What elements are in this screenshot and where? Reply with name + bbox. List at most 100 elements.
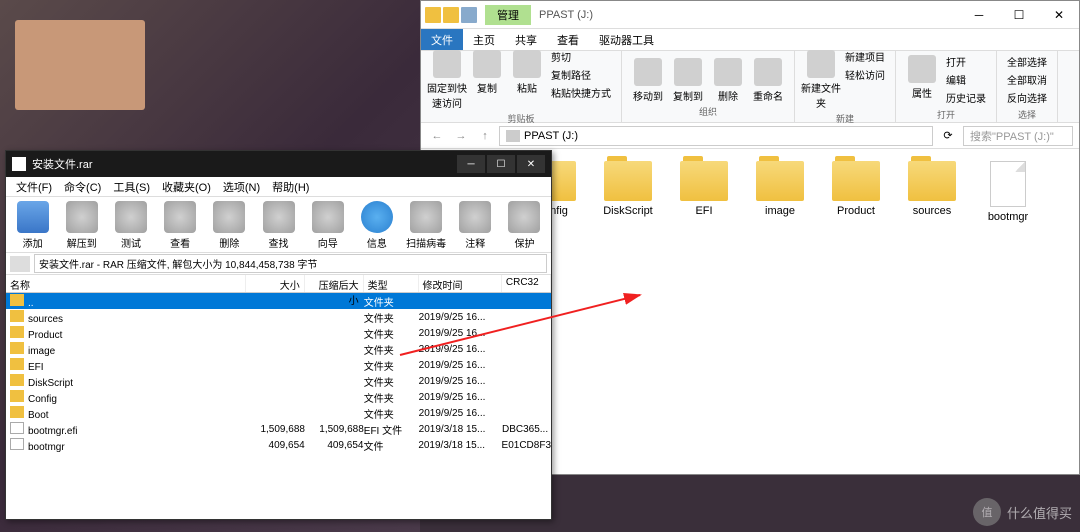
rar-row[interactable]: image文件夹2019/9/25 16... — [6, 341, 551, 357]
refresh-button[interactable]: ⟳ — [937, 129, 959, 142]
maximize-button[interactable]: ☐ — [999, 1, 1039, 29]
rar-row[interactable]: bootmgr409,654409,654文件2019/3/18 15...E0… — [6, 437, 551, 453]
copyto-button[interactable]: 复制到 — [668, 56, 708, 103]
rar-comment-button[interactable]: 注释 — [451, 199, 500, 250]
file-item-sources[interactable]: sources — [897, 161, 967, 223]
rar-address-input[interactable]: 安装文件.rar - RAR 压缩文件, 解包大小为 10,844,458,73… — [34, 254, 547, 273]
rar-column-header[interactable]: 名称 大小 压缩后大小 类型 修改时间 CRC32 — [6, 275, 551, 293]
new-item-button[interactable]: 新建项目 — [841, 48, 889, 65]
back-button[interactable]: ← — [427, 126, 447, 146]
manage-tab[interactable]: 管理 — [485, 5, 531, 25]
menu-favorites[interactable]: 收藏夹(O) — [156, 177, 217, 196]
edit-button[interactable]: 编辑 — [942, 71, 990, 88]
folder-icon — [604, 161, 652, 201]
cut-button[interactable]: 剪切 — [547, 48, 615, 65]
address-input[interactable]: PPAST (J:) — [499, 126, 933, 146]
file-label: EFI — [669, 205, 739, 217]
file-item-Product[interactable]: Product — [821, 161, 891, 223]
rar-row[interactable]: sources文件夹2019/9/25 16... — [6, 309, 551, 325]
tab-view[interactable]: 查看 — [547, 29, 589, 50]
rar-title-text: 安装文件.rar — [32, 156, 457, 172]
file-label: Product — [821, 205, 891, 217]
col-crc[interactable]: CRC32 — [502, 275, 551, 292]
rar-scan-button[interactable]: 扫描病毒 — [402, 199, 451, 250]
search-input[interactable]: 搜索"PPAST (J:)" — [963, 126, 1073, 146]
paste-shortcut-button[interactable]: 粘贴快捷方式 — [547, 84, 615, 101]
moveto-button[interactable]: 移动到 — [628, 56, 668, 103]
file-icon — [990, 161, 1026, 207]
col-size[interactable]: 大小 — [246, 275, 305, 292]
rar-add-button[interactable]: 添加 — [8, 199, 57, 250]
winrar-titlebar[interactable]: 安装文件.rar ─ ☐ ✕ — [6, 151, 551, 177]
rar-wizard-button[interactable]: 向导 — [303, 199, 352, 250]
easy-access-button[interactable]: 轻松访问 — [841, 66, 889, 83]
file-item-bootmgr[interactable]: bootmgr — [973, 161, 1043, 223]
col-type[interactable]: 类型 — [364, 275, 419, 292]
tab-drive-tools[interactable]: 驱动器工具 — [589, 29, 664, 50]
invert-selection-button[interactable]: 反向选择 — [1003, 89, 1051, 106]
rar-row[interactable]: ..文件夹 — [6, 293, 551, 309]
menu-help[interactable]: 帮助(H) — [266, 177, 315, 196]
rar-minimize-button[interactable]: ─ — [457, 155, 485, 173]
copy-button[interactable]: 复制 — [467, 48, 507, 110]
drive-icon — [506, 130, 520, 142]
rar-extract-button[interactable]: 解压到 — [57, 199, 106, 250]
rar-info-button[interactable]: 信息 — [352, 199, 401, 250]
folder-icon — [756, 161, 804, 201]
ribbon: 固定到快速访问 复制 粘贴 剪切 复制路径 粘贴快捷方式 剪贴板 移动到 复制到… — [421, 51, 1079, 123]
col-date[interactable]: 修改时间 — [419, 275, 502, 292]
menu-commands[interactable]: 命令(C) — [58, 177, 107, 196]
forward-button[interactable]: → — [451, 126, 471, 146]
group-clipboard: 剪贴板 — [427, 112, 615, 125]
file-item-image[interactable]: image — [745, 161, 815, 223]
rar-address-bar: 安装文件.rar - RAR 压缩文件, 解包大小为 10,844,458,73… — [6, 253, 551, 275]
rename-button[interactable]: 重命名 — [748, 56, 788, 103]
file-item-EFI[interactable]: EFI — [669, 161, 739, 223]
rar-maximize-button[interactable]: ☐ — [487, 155, 515, 173]
rar-menubar: 文件(F) 命令(C) 工具(S) 收藏夹(O) 选项(N) 帮助(H) — [6, 177, 551, 197]
new-folder-button[interactable]: 新建文件夹 — [801, 48, 841, 110]
menu-tools[interactable]: 工具(S) — [107, 177, 156, 196]
rar-row[interactable]: Product文件夹2019/9/25 16... — [6, 325, 551, 341]
rar-icon — [12, 157, 26, 171]
rar-view-button[interactable]: 查看 — [156, 199, 205, 250]
rar-close-button[interactable]: ✕ — [517, 155, 545, 173]
select-all-button[interactable]: 全部选择 — [1003, 53, 1051, 70]
menu-options[interactable]: 选项(N) — [217, 177, 266, 196]
col-packed[interactable]: 压缩后大小 — [305, 275, 364, 292]
minimize-button[interactable]: ─ — [959, 1, 999, 29]
rar-file-list: ..文件夹sources文件夹2019/9/25 16...Product文件夹… — [6, 293, 551, 453]
quick-access-icons — [421, 7, 481, 23]
winrar-window: 安装文件.rar ─ ☐ ✕ 文件(F) 命令(C) 工具(S) 收藏夹(O) … — [5, 150, 552, 520]
rar-row[interactable]: Boot文件夹2019/9/25 16... — [6, 405, 551, 421]
tab-share[interactable]: 共享 — [505, 29, 547, 50]
file-item-DiskScript[interactable]: DiskScript — [593, 161, 663, 223]
address-bar: ← → ↑ PPAST (J:) ⟳ 搜索"PPAST (J:)" — [421, 123, 1079, 149]
rar-test-button[interactable]: 测试 — [106, 199, 155, 250]
pin-button[interactable]: 固定到快速访问 — [427, 48, 467, 110]
close-button[interactable]: ✕ — [1039, 1, 1079, 29]
rar-delete-button[interactable]: 删除 — [205, 199, 254, 250]
paste-button[interactable]: 粘贴 — [507, 48, 547, 110]
tab-home[interactable]: 主页 — [463, 29, 505, 50]
rar-row[interactable]: Config文件夹2019/9/25 16... — [6, 389, 551, 405]
properties-button[interactable]: 属性 — [902, 53, 942, 106]
col-name[interactable]: 名称 — [6, 275, 246, 292]
rar-up-button[interactable] — [10, 256, 30, 272]
menu-file[interactable]: 文件(F) — [10, 177, 58, 196]
rar-row[interactable]: EFI文件夹2019/9/25 16... — [6, 357, 551, 373]
explorer-titlebar[interactable]: 管理 PPAST (J:) ─ ☐ ✕ — [421, 1, 1079, 29]
up-button[interactable]: ↑ — [475, 126, 495, 146]
rar-find-button[interactable]: 查找 — [254, 199, 303, 250]
delete-button[interactable]: 删除 — [708, 56, 748, 103]
open-button[interactable]: 打开 — [942, 53, 990, 70]
group-new: 新建 — [801, 112, 889, 125]
tab-file[interactable]: 文件 — [421, 29, 463, 50]
rar-row[interactable]: bootmgr.efi1,509,6881,509,688EFI 文件2019/… — [6, 421, 551, 437]
history-button[interactable]: 历史记录 — [942, 89, 990, 106]
watermark: 值 什么值得买 — [973, 498, 1072, 526]
select-none-button[interactable]: 全部取消 — [1003, 71, 1051, 88]
rar-row[interactable]: DiskScript文件夹2019/9/25 16... — [6, 373, 551, 389]
copypath-button[interactable]: 复制路径 — [547, 66, 615, 83]
rar-sfx-button[interactable]: 保护 — [500, 199, 549, 250]
